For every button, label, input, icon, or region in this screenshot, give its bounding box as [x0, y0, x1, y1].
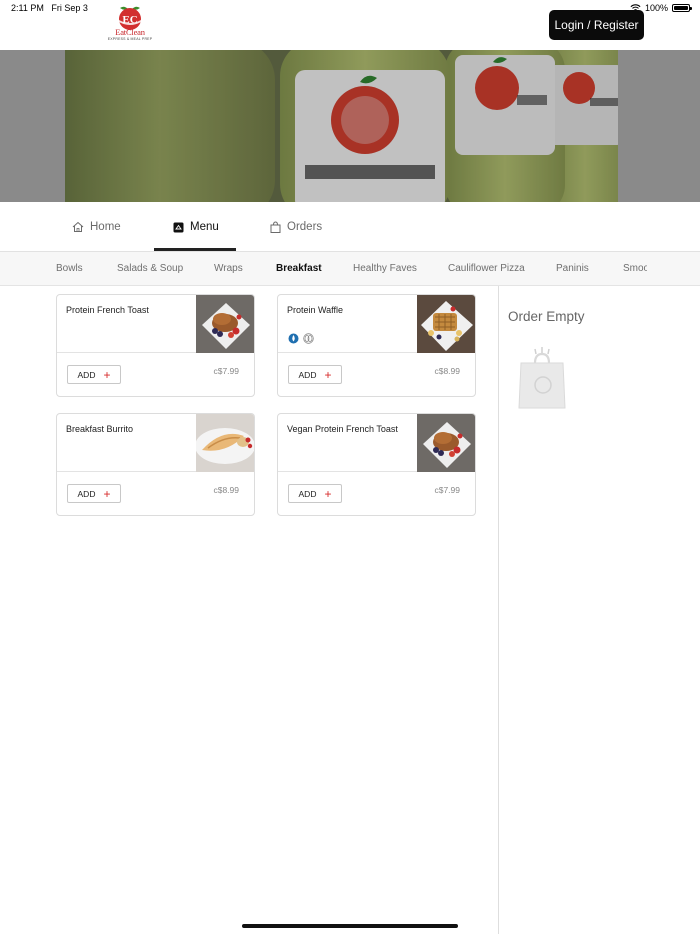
menu-icon	[173, 222, 184, 232]
add-label: ADD	[298, 488, 317, 499]
menu-item-card[interactable]: Protein Waffle ADD + c$8.99	[277, 294, 476, 397]
menu-item-card[interactable]: Breakfast Burrito ADD + c$8.99	[56, 413, 255, 516]
plus-icon: +	[103, 486, 111, 501]
dairy-icon	[288, 333, 299, 344]
bag-icon	[270, 221, 281, 233]
home-indicator[interactable]	[242, 924, 458, 928]
battery-icon	[672, 4, 692, 12]
tab-menu[interactable]: Menu	[173, 202, 219, 252]
tab-orders-label: Orders	[287, 221, 323, 233]
card-header: Breakfast Burrito	[57, 414, 254, 472]
tab-menu-label: Menu	[190, 221, 219, 233]
main-nav: Home Menu Orders	[0, 202, 700, 252]
brand-tagline: EXPRESS & MEAL PREP	[107, 37, 153, 41]
item-photo	[196, 295, 254, 353]
category-paninis[interactable]: Paninis	[556, 263, 589, 274]
battery-percent: 100%	[644, 3, 668, 13]
active-tab-indicator	[154, 248, 236, 251]
login-register-button[interactable]: Login / Register	[549, 10, 644, 40]
category-cauliflower-pizza[interactable]: Cauliflower Pizza	[448, 263, 525, 274]
card-header: Vegan Protein French Toast	[278, 414, 475, 472]
category-bowls[interactable]: Bowls	[56, 263, 83, 274]
brand-name: EatClean	[115, 27, 145, 37]
tab-orders[interactable]: Orders	[270, 202, 322, 252]
add-label: ADD	[77, 488, 96, 499]
item-name: Protein Waffle	[287, 305, 344, 315]
add-label: ADD	[298, 369, 317, 380]
add-button[interactable]: ADD +	[67, 365, 121, 384]
add-button[interactable]: ADD +	[67, 484, 121, 503]
menu-item-card[interactable]: Protein French Toast ADD + c$7.99	[56, 294, 255, 397]
add-button[interactable]: ADD +	[288, 365, 342, 384]
item-photo	[417, 414, 475, 472]
plus-icon: +	[103, 367, 111, 382]
item-photo	[196, 414, 254, 472]
category-wraps[interactable]: Wraps	[214, 263, 243, 274]
item-name: Vegan Protein French Toast	[287, 424, 398, 434]
category-salads-soup[interactable]: Salads & Soup	[117, 263, 183, 274]
add-label: ADD	[77, 369, 96, 380]
plus-icon: +	[324, 367, 332, 382]
logo-monogram: EC	[122, 14, 137, 26]
item-photo	[417, 295, 475, 353]
item-name: Protein French Toast	[66, 305, 149, 315]
nut-icon	[303, 333, 314, 344]
category-bar[interactable]: Bowls Salads & Soup Wraps Breakfast Heal…	[0, 252, 700, 286]
item-price: c$7.99	[213, 366, 239, 376]
empty-bag-icon	[518, 347, 566, 409]
item-name: Breakfast Burrito	[66, 424, 134, 434]
card-header: Protein French Toast	[57, 295, 254, 353]
order-panel-divider	[498, 286, 499, 934]
status-time: 2:11 PM Fri Sep 3	[11, 3, 88, 13]
plus-icon: +	[324, 486, 332, 501]
add-button[interactable]: ADD +	[288, 484, 342, 503]
item-price: c$8.99	[213, 485, 239, 495]
item-price: c$7.99	[434, 485, 460, 495]
menu-item-card[interactable]: Vegan Protein French Toast ADD + c$7.99	[277, 413, 476, 516]
tab-home[interactable]: Home	[72, 202, 121, 252]
category-healthy-faves[interactable]: Healthy Faves	[353, 263, 417, 274]
item-price: c$8.99	[434, 366, 460, 376]
order-empty-title: Order Empty	[508, 309, 585, 324]
hero-banner-image	[65, 50, 618, 202]
dietary-badges	[288, 333, 314, 344]
category-breakfast[interactable]: Breakfast	[276, 263, 322, 274]
card-header: Protein Waffle	[278, 295, 475, 353]
category-smoothies[interactable]: Smoo	[623, 263, 647, 274]
tab-home-label: Home	[90, 221, 121, 233]
home-icon	[72, 221, 84, 232]
